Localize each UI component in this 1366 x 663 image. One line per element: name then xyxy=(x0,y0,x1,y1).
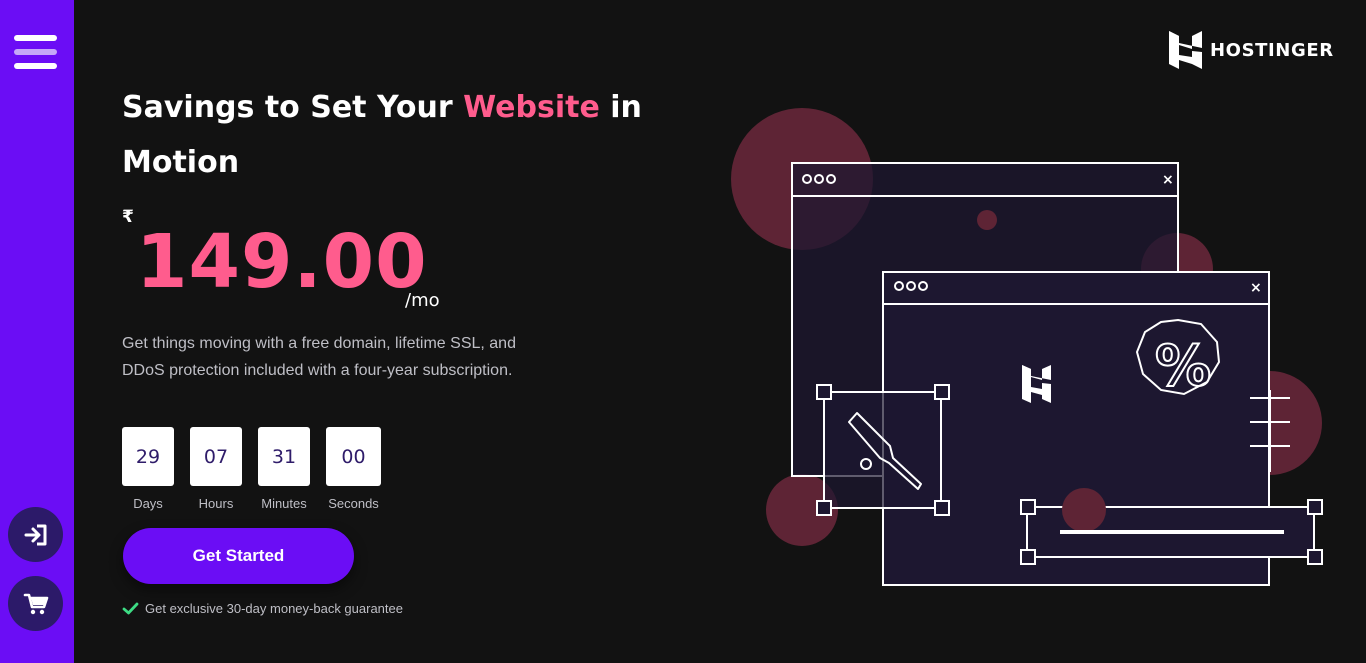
pen-tool-selection xyxy=(816,384,950,516)
check-icon xyxy=(122,602,139,615)
cart-button[interactable] xyxy=(8,576,63,631)
hostinger-logo-icon xyxy=(1169,31,1202,69)
countdown-value: 31 xyxy=(258,427,310,486)
title-highlight: Website xyxy=(463,90,600,125)
countdown-value: 29 xyxy=(122,427,174,486)
currency-symbol: ₹ xyxy=(122,207,134,227)
countdown-label: Seconds xyxy=(328,496,379,511)
brand-name: HOSTINGER xyxy=(1210,39,1334,61)
price-period: /mo xyxy=(405,290,440,311)
countdown-value: 07 xyxy=(190,427,242,486)
close-icon: × xyxy=(1162,172,1174,188)
svg-text:%: % xyxy=(1155,334,1211,399)
price-value: 149.00 xyxy=(136,219,428,305)
countdown-days: 29 Days xyxy=(122,427,174,511)
login-button[interactable] xyxy=(8,507,63,562)
hero-description: Get things moving with a free domain, li… xyxy=(122,335,516,379)
title-part-1: Savings to Set Your xyxy=(122,90,464,125)
shopping-cart-icon xyxy=(23,593,48,614)
hamburger-menu-icon[interactable] xyxy=(14,34,57,72)
brand-logo[interactable]: HOSTINGER xyxy=(1169,31,1334,69)
countdown-label: Minutes xyxy=(261,496,307,511)
countdown-seconds: 00 Seconds xyxy=(326,427,381,511)
countdown-hours: 07 Hours xyxy=(190,427,242,511)
guarantee-note: Get exclusive 30-day money-back guarante… xyxy=(122,601,403,616)
countdown-value: 00 xyxy=(326,427,381,486)
page-title: Savings to Set Your Website in Motion xyxy=(122,80,642,190)
countdown-minutes: 31 Minutes xyxy=(258,427,310,511)
hero-illustration: × × % xyxy=(731,108,1323,586)
sidebar xyxy=(0,0,74,663)
countdown-timer: 29 Days 07 Hours 31 Minutes 00 Seconds xyxy=(122,427,381,511)
guarantee-text: Get exclusive 30-day money-back guarante… xyxy=(145,601,403,616)
close-icon: × xyxy=(1250,280,1262,296)
get-started-button[interactable]: Get Started xyxy=(123,528,354,584)
countdown-label: Hours xyxy=(198,496,234,511)
decor-dot xyxy=(977,210,997,230)
countdown-label: Days xyxy=(133,496,163,511)
sign-in-icon xyxy=(24,524,46,545)
